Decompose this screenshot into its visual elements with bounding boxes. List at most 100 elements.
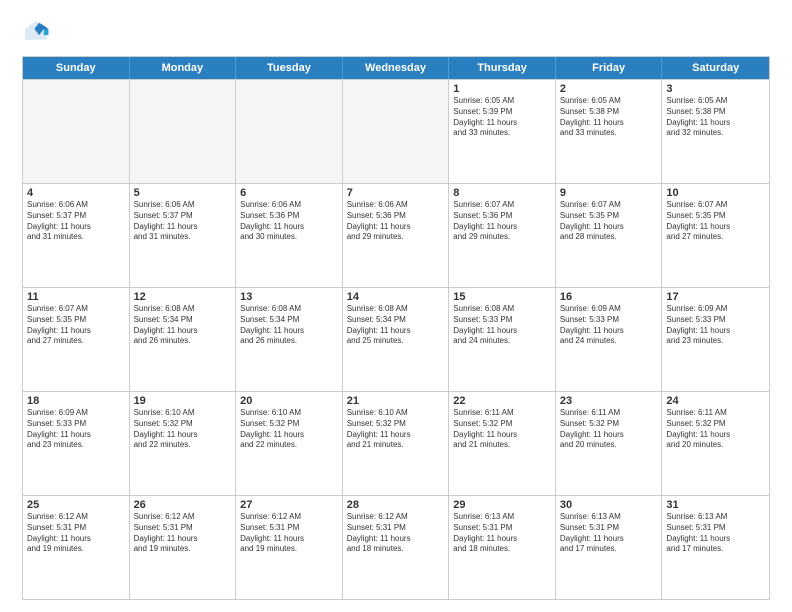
calendar-cell: 16Sunrise: 6:09 AM Sunset: 5:33 PM Dayli… <box>556 288 663 391</box>
calendar-cell: 19Sunrise: 6:10 AM Sunset: 5:32 PM Dayli… <box>130 392 237 495</box>
calendar-cell: 12Sunrise: 6:08 AM Sunset: 5:34 PM Dayli… <box>130 288 237 391</box>
calendar-cell: 10Sunrise: 6:07 AM Sunset: 5:35 PM Dayli… <box>662 184 769 287</box>
calendar-cell: 3Sunrise: 6:05 AM Sunset: 5:38 PM Daylig… <box>662 80 769 183</box>
day-number: 29 <box>453 499 551 511</box>
day-info: Sunrise: 6:10 AM Sunset: 5:32 PM Dayligh… <box>347 408 445 451</box>
day-info: Sunrise: 6:05 AM Sunset: 5:38 PM Dayligh… <box>666 96 765 139</box>
day-number: 28 <box>347 499 445 511</box>
calendar-cell: 4Sunrise: 6:06 AM Sunset: 5:37 PM Daylig… <box>23 184 130 287</box>
page: SundayMondayTuesdayWednesdayThursdayFrid… <box>0 0 792 612</box>
day-info: Sunrise: 6:13 AM Sunset: 5:31 PM Dayligh… <box>666 512 765 555</box>
day-info: Sunrise: 6:11 AM Sunset: 5:32 PM Dayligh… <box>453 408 551 451</box>
calendar-cell: 18Sunrise: 6:09 AM Sunset: 5:33 PM Dayli… <box>23 392 130 495</box>
calendar-cell: 11Sunrise: 6:07 AM Sunset: 5:35 PM Dayli… <box>23 288 130 391</box>
day-info: Sunrise: 6:13 AM Sunset: 5:31 PM Dayligh… <box>453 512 551 555</box>
day-info: Sunrise: 6:08 AM Sunset: 5:34 PM Dayligh… <box>134 304 232 347</box>
day-info: Sunrise: 6:09 AM Sunset: 5:33 PM Dayligh… <box>560 304 658 347</box>
calendar-cell: 29Sunrise: 6:13 AM Sunset: 5:31 PM Dayli… <box>449 496 556 599</box>
calendar-cell: 15Sunrise: 6:08 AM Sunset: 5:33 PM Dayli… <box>449 288 556 391</box>
day-info: Sunrise: 6:06 AM Sunset: 5:37 PM Dayligh… <box>27 200 125 243</box>
day-number: 20 <box>240 395 338 407</box>
day-header-tuesday: Tuesday <box>236 57 343 79</box>
day-number: 8 <box>453 187 551 199</box>
day-info: Sunrise: 6:09 AM Sunset: 5:33 PM Dayligh… <box>27 408 125 451</box>
calendar-cell: 13Sunrise: 6:08 AM Sunset: 5:34 PM Dayli… <box>236 288 343 391</box>
day-info: Sunrise: 6:05 AM Sunset: 5:39 PM Dayligh… <box>453 96 551 139</box>
day-number: 4 <box>27 187 125 199</box>
day-info: Sunrise: 6:13 AM Sunset: 5:31 PM Dayligh… <box>560 512 658 555</box>
day-number: 7 <box>347 187 445 199</box>
day-number: 11 <box>27 291 125 303</box>
day-info: Sunrise: 6:07 AM Sunset: 5:35 PM Dayligh… <box>666 200 765 243</box>
day-info: Sunrise: 6:12 AM Sunset: 5:31 PM Dayligh… <box>347 512 445 555</box>
calendar-header-row: SundayMondayTuesdayWednesdayThursdayFrid… <box>23 57 769 79</box>
day-number: 12 <box>134 291 232 303</box>
calendar-cell <box>236 80 343 183</box>
calendar-row-3: 11Sunrise: 6:07 AM Sunset: 5:35 PM Dayli… <box>23 287 769 391</box>
calendar-cell <box>343 80 450 183</box>
calendar-cell: 5Sunrise: 6:06 AM Sunset: 5:37 PM Daylig… <box>130 184 237 287</box>
day-header-sunday: Sunday <box>23 57 130 79</box>
logo <box>22 18 54 46</box>
calendar-cell <box>23 80 130 183</box>
day-number: 24 <box>666 395 765 407</box>
day-info: Sunrise: 6:06 AM Sunset: 5:36 PM Dayligh… <box>347 200 445 243</box>
calendar-cell <box>130 80 237 183</box>
day-number: 16 <box>560 291 658 303</box>
day-number: 23 <box>560 395 658 407</box>
day-number: 9 <box>560 187 658 199</box>
logo-icon <box>22 18 50 46</box>
day-info: Sunrise: 6:05 AM Sunset: 5:38 PM Dayligh… <box>560 96 658 139</box>
day-info: Sunrise: 6:09 AM Sunset: 5:33 PM Dayligh… <box>666 304 765 347</box>
calendar-cell: 14Sunrise: 6:08 AM Sunset: 5:34 PM Dayli… <box>343 288 450 391</box>
calendar-cell: 6Sunrise: 6:06 AM Sunset: 5:36 PM Daylig… <box>236 184 343 287</box>
calendar-cell: 9Sunrise: 6:07 AM Sunset: 5:35 PM Daylig… <box>556 184 663 287</box>
day-number: 25 <box>27 499 125 511</box>
day-info: Sunrise: 6:08 AM Sunset: 5:33 PM Dayligh… <box>453 304 551 347</box>
day-number: 17 <box>666 291 765 303</box>
day-info: Sunrise: 6:10 AM Sunset: 5:32 PM Dayligh… <box>134 408 232 451</box>
calendar-row-1: 1Sunrise: 6:05 AM Sunset: 5:39 PM Daylig… <box>23 79 769 183</box>
day-number: 19 <box>134 395 232 407</box>
day-info: Sunrise: 6:12 AM Sunset: 5:31 PM Dayligh… <box>27 512 125 555</box>
day-info: Sunrise: 6:12 AM Sunset: 5:31 PM Dayligh… <box>134 512 232 555</box>
day-number: 26 <box>134 499 232 511</box>
calendar-cell: 20Sunrise: 6:10 AM Sunset: 5:32 PM Dayli… <box>236 392 343 495</box>
day-info: Sunrise: 6:10 AM Sunset: 5:32 PM Dayligh… <box>240 408 338 451</box>
calendar-row-2: 4Sunrise: 6:06 AM Sunset: 5:37 PM Daylig… <box>23 183 769 287</box>
day-header-wednesday: Wednesday <box>343 57 450 79</box>
day-number: 5 <box>134 187 232 199</box>
day-number: 31 <box>666 499 765 511</box>
day-number: 10 <box>666 187 765 199</box>
calendar-cell: 31Sunrise: 6:13 AM Sunset: 5:31 PM Dayli… <box>662 496 769 599</box>
calendar-cell: 26Sunrise: 6:12 AM Sunset: 5:31 PM Dayli… <box>130 496 237 599</box>
calendar-row-5: 25Sunrise: 6:12 AM Sunset: 5:31 PM Dayli… <box>23 495 769 599</box>
day-number: 21 <box>347 395 445 407</box>
day-info: Sunrise: 6:07 AM Sunset: 5:35 PM Dayligh… <box>27 304 125 347</box>
calendar-cell: 23Sunrise: 6:11 AM Sunset: 5:32 PM Dayli… <box>556 392 663 495</box>
calendar-cell: 21Sunrise: 6:10 AM Sunset: 5:32 PM Dayli… <box>343 392 450 495</box>
calendar-cell: 22Sunrise: 6:11 AM Sunset: 5:32 PM Dayli… <box>449 392 556 495</box>
day-number: 15 <box>453 291 551 303</box>
calendar: SundayMondayTuesdayWednesdayThursdayFrid… <box>22 56 770 600</box>
calendar-cell: 2Sunrise: 6:05 AM Sunset: 5:38 PM Daylig… <box>556 80 663 183</box>
day-number: 14 <box>347 291 445 303</box>
day-number: 1 <box>453 83 551 95</box>
day-number: 18 <box>27 395 125 407</box>
header <box>22 18 770 46</box>
calendar-body: 1Sunrise: 6:05 AM Sunset: 5:39 PM Daylig… <box>23 79 769 599</box>
day-number: 27 <box>240 499 338 511</box>
calendar-cell: 24Sunrise: 6:11 AM Sunset: 5:32 PM Dayli… <box>662 392 769 495</box>
calendar-cell: 17Sunrise: 6:09 AM Sunset: 5:33 PM Dayli… <box>662 288 769 391</box>
calendar-cell: 8Sunrise: 6:07 AM Sunset: 5:36 PM Daylig… <box>449 184 556 287</box>
calendar-cell: 30Sunrise: 6:13 AM Sunset: 5:31 PM Dayli… <box>556 496 663 599</box>
calendar-row-4: 18Sunrise: 6:09 AM Sunset: 5:33 PM Dayli… <box>23 391 769 495</box>
day-number: 2 <box>560 83 658 95</box>
day-info: Sunrise: 6:06 AM Sunset: 5:36 PM Dayligh… <box>240 200 338 243</box>
day-number: 6 <box>240 187 338 199</box>
day-info: Sunrise: 6:07 AM Sunset: 5:36 PM Dayligh… <box>453 200 551 243</box>
calendar-cell: 28Sunrise: 6:12 AM Sunset: 5:31 PM Dayli… <box>343 496 450 599</box>
day-info: Sunrise: 6:11 AM Sunset: 5:32 PM Dayligh… <box>666 408 765 451</box>
calendar-cell: 27Sunrise: 6:12 AM Sunset: 5:31 PM Dayli… <box>236 496 343 599</box>
day-header-thursday: Thursday <box>449 57 556 79</box>
